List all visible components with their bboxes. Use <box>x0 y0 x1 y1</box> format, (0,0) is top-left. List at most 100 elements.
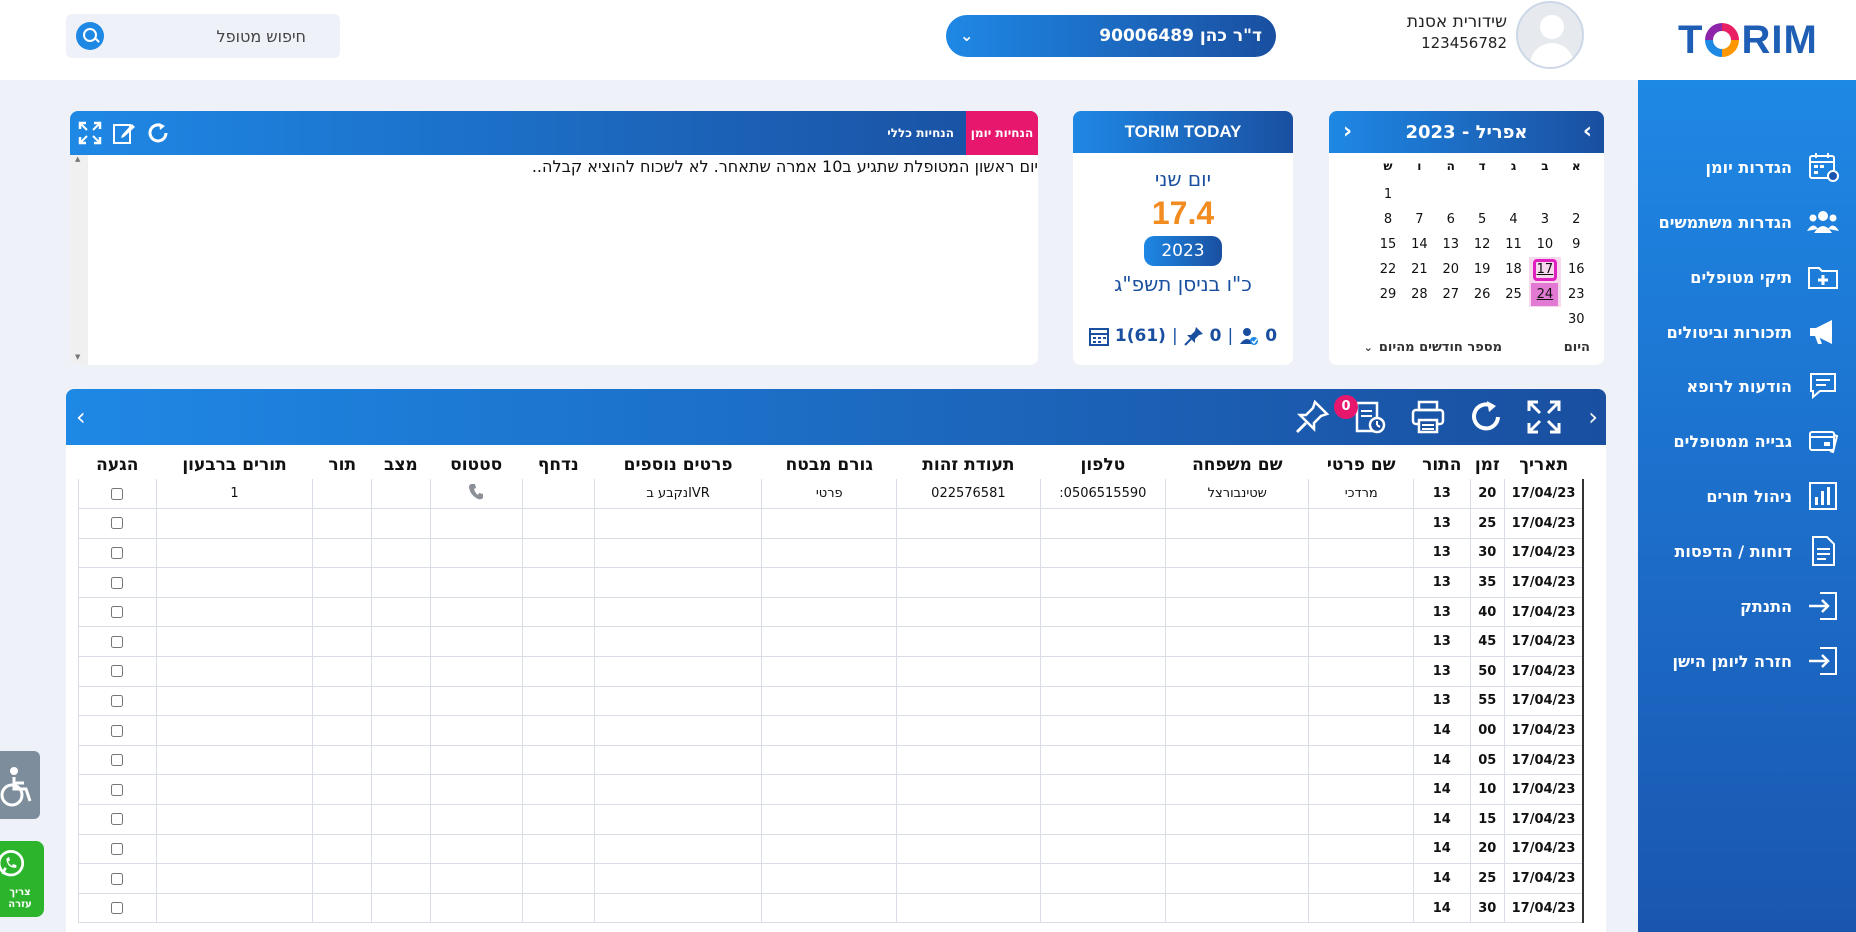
accessibility-button[interactable] <box>0 751 40 819</box>
sidebar-item-appointments[interactable]: ניהול תורים <box>1638 476 1856 516</box>
column-header[interactable]: זמן <box>1470 451 1505 479</box>
column-header[interactable]: פרטים נוספים <box>594 451 761 479</box>
table-row[interactable]: 17/04/23 20 13 מרדכי שטינבורצל 0506515590: 022… <box>78 479 1585 510</box>
print-icon[interactable] <box>1410 399 1446 435</box>
arrival-checkbox[interactable] <box>111 842 124 855</box>
tab-general-notes[interactable]: הנחיות כללי <box>881 111 960 155</box>
notes-scrollbar[interactable] <box>70 155 88 365</box>
expand-icon[interactable] <box>78 121 102 145</box>
calendar-day[interactable]: 11 <box>1498 232 1529 257</box>
column-header[interactable]: התור <box>1414 451 1470 479</box>
arrival-checkbox[interactable] <box>111 813 124 826</box>
calendar-day[interactable]: 28 <box>1404 282 1435 307</box>
calendar-day[interactable]: 26 <box>1466 282 1497 307</box>
calendar-day[interactable]: 24 <box>1529 282 1561 307</box>
table-row[interactable]: 17/04/23 10 14 <box>78 774 1585 806</box>
search-icon[interactable] <box>76 22 104 50</box>
table-row[interactable]: 17/04/23 30 14 <box>78 893 1585 924</box>
calendar-day[interactable]: 1 <box>1372 182 1403 207</box>
column-header[interactable]: גורם מבטח <box>762 451 897 479</box>
edit-icon[interactable] <box>112 121 136 145</box>
column-header[interactable]: תעודת זהות <box>897 451 1040 479</box>
table-row[interactable]: 17/04/23 45 13 <box>78 626 1585 658</box>
calendar-day[interactable]: 30 <box>1561 307 1592 332</box>
column-header[interactable]: נדחף <box>522 451 594 479</box>
calendar-day[interactable]: 17 <box>1529 257 1561 282</box>
notifications-list-icon[interactable]: 0 <box>1334 395 1388 435</box>
column-header[interactable]: הגעה <box>79 451 157 479</box>
column-header[interactable]: טלפון <box>1040 451 1166 479</box>
arrival-checkbox[interactable] <box>111 517 124 530</box>
arrival-checkbox[interactable] <box>111 724 124 737</box>
calendar-day[interactable]: 8 <box>1372 207 1403 232</box>
calendar-day[interactable]: 5 <box>1466 207 1497 232</box>
arrival-checkbox[interactable] <box>111 783 124 796</box>
table-row[interactable]: 17/04/23 00 14 <box>78 715 1585 746</box>
arrival-checkbox[interactable] <box>111 754 124 767</box>
patient-search-input[interactable] <box>110 20 332 52</box>
arrival-checkbox[interactable] <box>111 576 124 589</box>
calendar-day[interactable]: 3 <box>1529 207 1560 232</box>
calendar-day[interactable]: 13 <box>1435 232 1466 257</box>
chevron-right-icon[interactable]: › <box>1588 403 1598 431</box>
table-row[interactable]: 17/04/23 25 13 <box>78 508 1585 539</box>
pin-icon[interactable] <box>1294 399 1330 435</box>
fullscreen-icon[interactable] <box>1526 399 1562 435</box>
column-header[interactable]: שם משפחה <box>1166 451 1309 479</box>
column-header[interactable]: מצב <box>372 451 431 479</box>
sidebar-item-payments[interactable]: גבייה ממטופלים <box>1638 421 1856 461</box>
sidebar-item-old-calendar[interactable]: חזרה ליומן הישן <box>1638 641 1856 681</box>
table-row[interactable]: 17/04/23 20 14 <box>78 834 1585 865</box>
column-header[interactable]: תור <box>313 451 372 479</box>
doctor-select[interactable]: ⌄ ד"ר כהן 90006489 <box>946 15 1276 57</box>
calendar-day[interactable]: 9 <box>1561 232 1592 257</box>
sidebar-item-patient-files[interactable]: תיקי מטופלים <box>1638 257 1856 297</box>
sidebar-item-reminders[interactable]: תזכורות וביטולים <box>1638 312 1856 352</box>
sidebar-item-calendar-settings[interactable]: הגדרות יומן <box>1638 147 1856 187</box>
calendar-day[interactable]: 6 <box>1435 207 1466 232</box>
table-row[interactable]: 17/04/23 40 13 <box>78 597 1585 628</box>
user-avatar[interactable] <box>1516 1 1584 69</box>
table-row[interactable]: 17/04/23 25 14 <box>78 863 1585 894</box>
calendar-day[interactable]: 19 <box>1466 257 1497 282</box>
table-row[interactable]: 17/04/23 15 14 <box>78 804 1585 835</box>
arrival-checkbox[interactable] <box>111 902 124 915</box>
chevron-left-icon[interactable]: ‹ <box>1343 119 1352 144</box>
calendar-day[interactable]: 22 <box>1372 257 1403 282</box>
tab-journal-notes[interactable]: הנחיות יומן <box>966 111 1038 155</box>
calendar-day[interactable]: 10 <box>1529 232 1560 257</box>
torim-logo[interactable]: T RIM <box>1678 18 1823 62</box>
today-link[interactable]: היום <box>1564 340 1590 355</box>
column-header[interactable]: סטטוס <box>430 451 522 479</box>
calendar-day[interactable]: 27 <box>1435 282 1466 307</box>
calendar-day[interactable]: 29 <box>1372 282 1403 307</box>
chevron-left-icon[interactable]: ‹ <box>76 403 86 431</box>
refresh-icon[interactable] <box>146 121 170 145</box>
table-row[interactable]: 17/04/23 35 13 <box>78 567 1585 598</box>
calendar-day[interactable]: 23 <box>1561 282 1592 307</box>
arrival-checkbox[interactable] <box>111 546 124 559</box>
calendar-day[interactable]: 18 <box>1498 257 1529 282</box>
arrival-checkbox[interactable] <box>111 606 124 619</box>
calendar-day[interactable]: 16 <box>1561 257 1592 282</box>
calendar-day[interactable]: 21 <box>1404 257 1435 282</box>
months-select[interactable]: מספר חודשים מהיום ⌄ <box>1364 340 1502 355</box>
table-row[interactable]: 17/04/23 50 13 <box>78 656 1585 687</box>
table-row[interactable]: 17/04/23 55 13 <box>78 686 1585 717</box>
chevron-right-icon[interactable]: › <box>1583 119 1592 144</box>
arrival-checkbox[interactable] <box>111 694 124 707</box>
sidebar-item-doctor-messages[interactable]: הודעות לרופא <box>1638 366 1856 406</box>
calendar-day[interactable]: 2 <box>1561 207 1592 232</box>
calendar-day[interactable]: 12 <box>1466 232 1497 257</box>
calendar-day[interactable]: 25 <box>1498 282 1529 307</box>
whatsapp-help-button[interactable]: צריך עזרה <box>0 841 44 917</box>
column-header[interactable]: תאריך <box>1505 451 1583 479</box>
column-header[interactable]: תורים ברבעון <box>156 451 313 479</box>
table-row[interactable]: 17/04/23 30 13 <box>78 538 1585 569</box>
arrival-checkbox[interactable] <box>111 872 124 885</box>
calendar-day[interactable]: 4 <box>1498 207 1529 232</box>
table-row[interactable]: 17/04/23 05 14 <box>78 745 1585 776</box>
arrival-checkbox[interactable] <box>111 665 124 678</box>
notes-text[interactable]: יום ראשון המטופלת שתגיע ב10 אמרה שתאחר. … <box>88 155 1038 365</box>
arrival-checkbox[interactable] <box>111 635 124 648</box>
